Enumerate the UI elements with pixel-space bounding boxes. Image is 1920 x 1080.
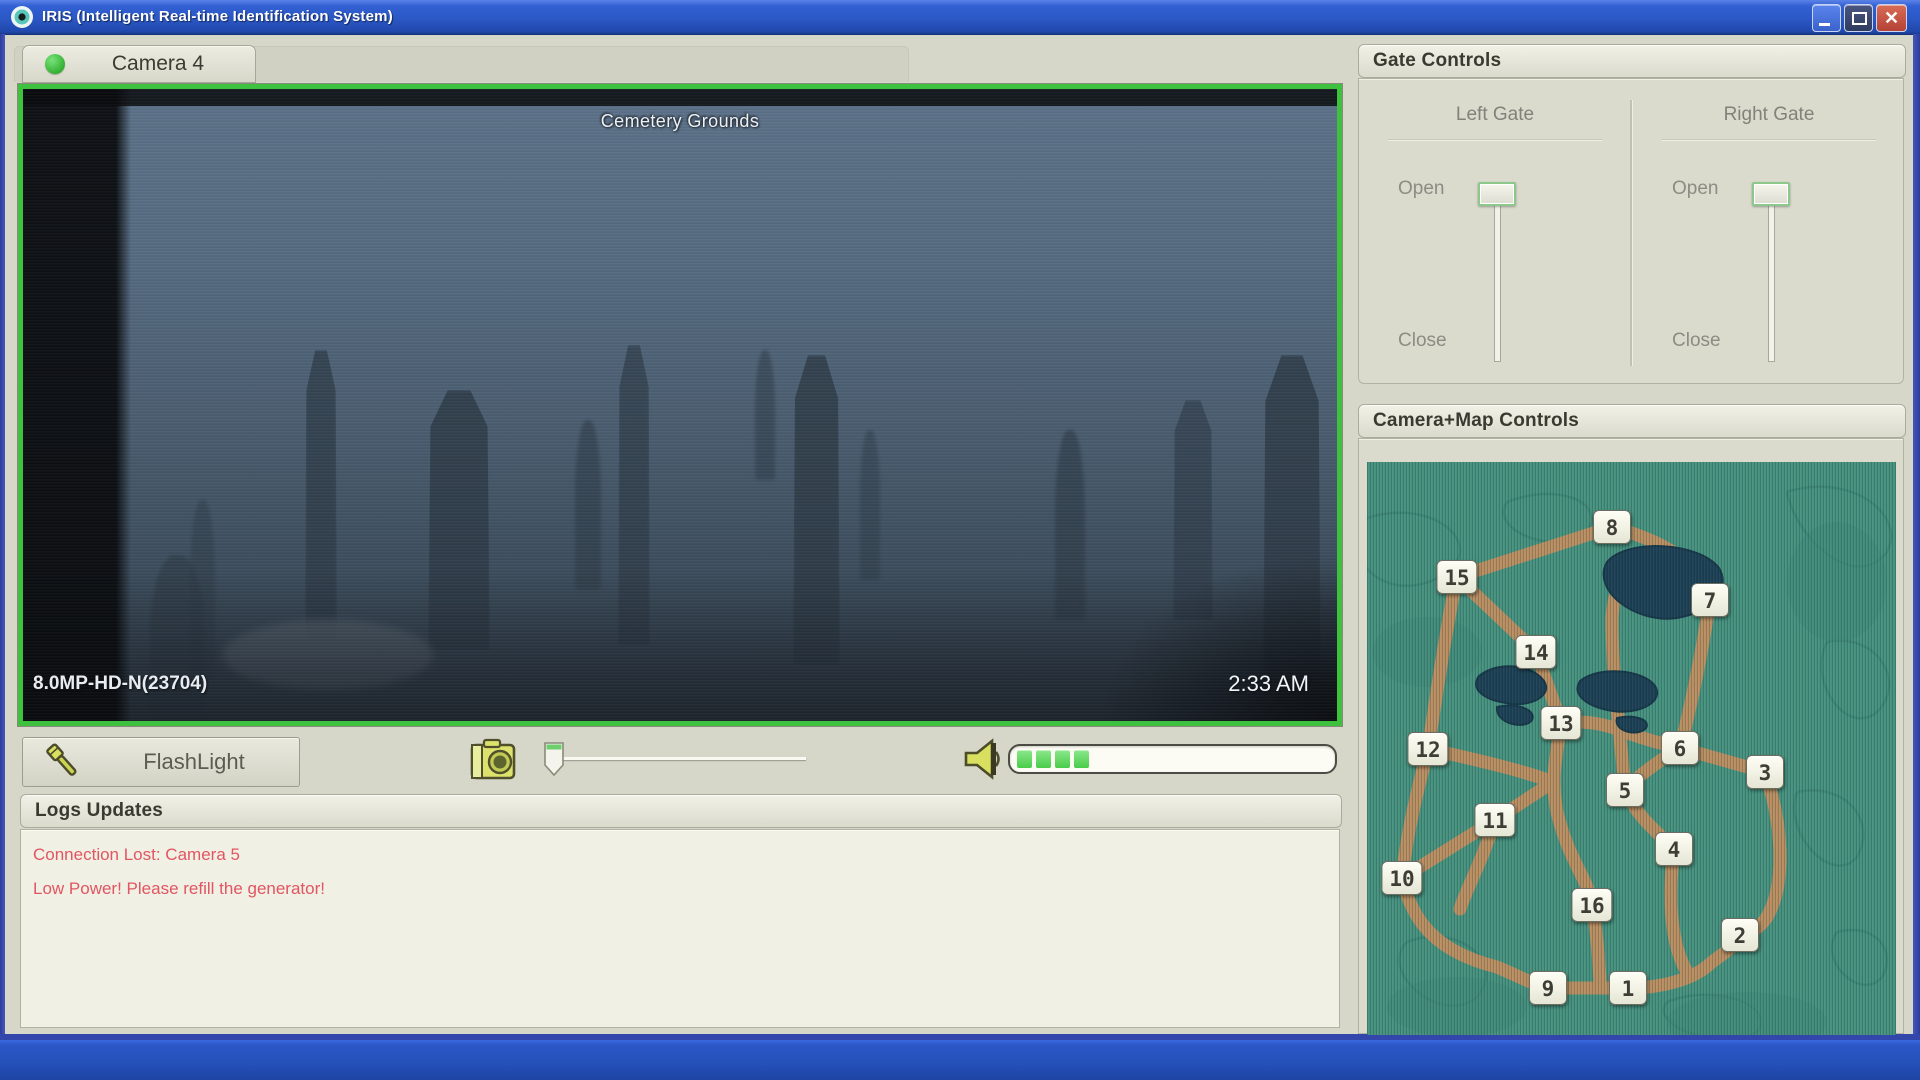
gate-controls-title: Gate Controls [1373,45,1501,77]
map-camera-button-13[interactable]: 13 [1540,706,1581,740]
camera-online-indicator [45,54,65,74]
window-border-left [0,34,5,1034]
camera-location-label: Cemetery Grounds [23,111,1337,132]
minimize-button[interactable] [1812,4,1841,32]
camera-feed-frame: Cemetery Grounds 8.0MP-HD-N(23704) 2:33 … [18,84,1342,726]
map-camera-button-5[interactable]: 5 [1606,773,1644,807]
logs-title: Logs Updates [35,795,163,827]
maximize-button[interactable] [1844,4,1873,32]
map-camera-button-14[interactable]: 14 [1515,635,1556,669]
power-segment [1036,750,1051,768]
window-title: IRIS (Intelligent Real-time Identificati… [42,0,393,34]
camera-time-label: 2:33 AM [1228,671,1309,697]
left-gate-open-label: Open [1398,178,1444,200]
gate-controls-header: Gate Controls [1358,44,1906,78]
map-camera-button-10[interactable]: 10 [1381,861,1422,895]
map-camera-button-1[interactable]: 1 [1609,971,1647,1005]
map-camera-button-15[interactable]: 15 [1436,560,1477,594]
zoom-camera-icon [464,735,524,785]
flashlight-button[interactable]: FlashLight [22,737,300,787]
camera-video: Cemetery Grounds 8.0MP-HD-N(23704) 2:33 … [23,89,1337,721]
logs-header: Logs Updates [20,794,1342,828]
map-camera-button-8[interactable]: 8 [1593,510,1631,544]
left-gate-slider-thumb[interactable] [1478,182,1516,206]
power-segment [1055,750,1070,768]
log-entry: Connection Lost: Camera 5 [33,845,1327,865]
map-camera-button-12[interactable]: 12 [1407,732,1448,766]
tab-camera-4[interactable]: Camera 4 [22,45,256,83]
logs-list: Connection Lost: Camera 5 Low Power! Plea… [20,829,1340,1028]
zoom-slider-thumb[interactable] [543,741,565,777]
right-gate-title: Right Gate [1664,104,1874,126]
gate-panel-divider [1630,100,1633,366]
right-gate-open-label: Open [1672,178,1718,200]
titlebar: IRIS (Intelligent Real-time Identificati… [0,0,1920,35]
power-segment [1017,750,1032,768]
flashlight-label: FlashLight [107,738,281,785]
taskbar: tomat OS Iris.exe 34 2:33 AM [0,1040,1920,1080]
window-border-right [1913,34,1920,1040]
map-camera-button-2[interactable]: 2 [1721,918,1759,952]
zoom-slider-track[interactable] [558,757,806,760]
map-camera-button-9[interactable]: 9 [1529,971,1567,1005]
log-entry: Low Power! Please refill the generator! [33,879,1327,899]
video-scanlines [23,89,1337,721]
camera-tab-label: Camera 4 [83,46,233,81]
flashlight-icon [35,739,91,785]
map-panel-title: Camera+Map Controls [1373,405,1579,437]
power-speaker-icon [960,735,1006,783]
map-panel-header: Camera+Map Controls [1358,404,1906,438]
left-gate-slider-track[interactable] [1494,192,1501,362]
map-camera-button-16[interactable]: 16 [1571,888,1612,922]
map-camera-button-4[interactable]: 4 [1655,832,1693,866]
left-gate-close-label: Close [1398,330,1447,352]
map-camera-button-11[interactable]: 11 [1474,803,1515,837]
right-gate-slider-thumb[interactable] [1752,182,1790,206]
right-gate-slider-track[interactable] [1768,192,1775,362]
left-gate-rule [1388,139,1602,141]
camera-info-label: 8.0MP-HD-N(23704) [33,673,207,695]
iris-app-window: IRIS (Intelligent Real-time Identificati… [0,0,1920,1080]
close-button[interactable]: ✕ [1876,4,1907,32]
map-camera-button-6[interactable]: 6 [1661,731,1699,765]
map-camera-button-7[interactable]: 7 [1691,583,1729,617]
right-gate-rule [1662,139,1876,141]
map-camera-button-3[interactable]: 3 [1746,755,1784,789]
cemetery-map: 12345678910111213141516 [1367,462,1896,1035]
generator-power-bar [1008,744,1337,774]
left-gate-title: Left Gate [1390,104,1600,126]
right-gate-close-label: Close [1672,330,1721,352]
power-segment [1074,750,1089,768]
iris-eye-icon [10,5,34,29]
